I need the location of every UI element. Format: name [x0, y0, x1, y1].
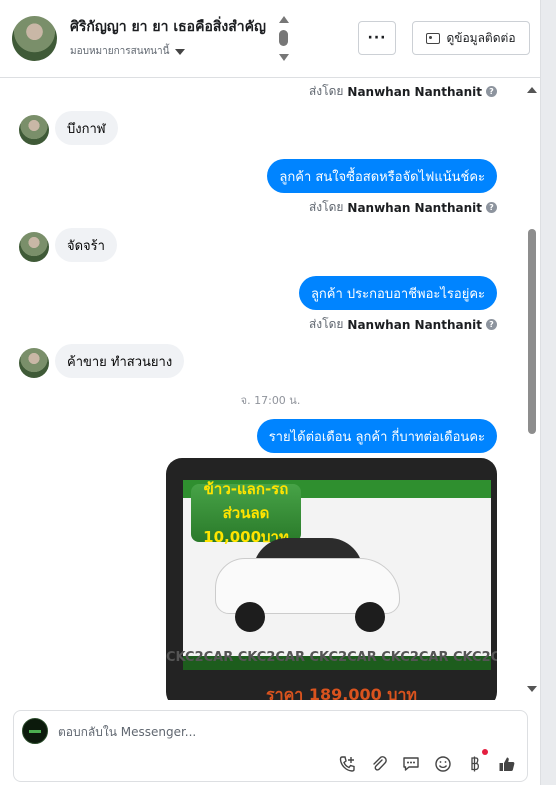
image-price-text: ราคา 189,000 บาท	[266, 685, 417, 700]
reply-composer	[13, 710, 528, 782]
help-icon[interactable]: ?	[486, 86, 497, 97]
help-icon[interactable]: ?	[486, 319, 497, 330]
agent-name: Nanwhan Nanthanit	[347, 84, 482, 99]
contact-avatar-small[interactable]	[19, 232, 49, 262]
assign-label: มอบหมายการสนทนานี้	[70, 46, 170, 57]
help-icon[interactable]: ?	[486, 202, 497, 213]
more-options-button[interactable]: ···	[358, 21, 396, 55]
sent-by-line: ส่งโดย Nanwhan Nanthanit ?	[309, 82, 497, 101]
paperclip-icon[interactable]	[368, 753, 390, 775]
contact-avatar-small[interactable]	[19, 348, 49, 378]
contact-avatar-small[interactable]	[19, 115, 49, 145]
scroll-down-arrow-icon[interactable]	[527, 686, 537, 692]
notification-dot	[482, 749, 488, 755]
incoming-message[interactable]: จัดจร้า	[55, 228, 117, 262]
image-ticker-text: CKC2CAR CKC2CAR CKC2CAR CKC2CAR CKC2CAR	[166, 650, 497, 665]
saved-reply-icon[interactable]	[400, 753, 422, 775]
agent-name: Nanwhan Nanthanit	[347, 200, 482, 215]
sent-by-line: ส่งโดย Nanwhan Nanthanit ?	[309, 198, 497, 217]
sent-by-line: ส่งโดย Nanwhan Nanthanit ?	[309, 315, 497, 334]
sent-by-prefix: ส่งโดย	[308, 84, 344, 98]
view-contact-info-button[interactable]: ดูข้อมูลติดต่อ	[412, 21, 530, 55]
emoji-icon[interactable]	[432, 753, 454, 775]
arrow-down-icon[interactable]	[279, 54, 289, 61]
incoming-message[interactable]: บึงกาฬ	[55, 111, 118, 145]
phone-plus-icon[interactable]	[336, 753, 358, 775]
sent-by-prefix: ส่งโดย	[308, 200, 344, 214]
car-wheel	[235, 602, 265, 632]
contact-avatar[interactable]	[12, 16, 57, 61]
header-scroll-control[interactable]	[278, 16, 290, 62]
outgoing-message[interactable]: รายได้ต่อเดือน ลูกค้า กี่บาทต่อเดือนคะ	[256, 419, 497, 453]
assign-conversation-dropdown[interactable]: มอบหมายการสนทนานี้	[70, 44, 186, 59]
view-contact-info-label: ดูข้อมูลติดต่อ	[446, 30, 516, 45]
scroll-up-arrow-icon[interactable]	[527, 87, 537, 93]
conversation-panel: ศิริกัญญา ยา ยา เธอคือสิ่งสำคัญ มอบหมายก…	[0, 0, 541, 785]
reply-input[interactable]	[58, 721, 358, 743]
agent-name: Nanwhan Nanthanit	[347, 317, 482, 332]
outgoing-message[interactable]: ลูกค้า ประกอบอาชีพอะไรอยู่คะ	[298, 276, 497, 310]
promo-badge: ข้าว-แลก-รถ ส่วนลด 10,000บาท	[191, 480, 301, 546]
arrow-up-icon[interactable]	[279, 16, 289, 23]
caret-down-icon	[175, 48, 186, 55]
baht-payment-icon[interactable]	[464, 753, 486, 775]
contact-name[interactable]: ศิริกัญญา ยา ยา เธอคือสิ่งสำคัญ	[70, 16, 266, 38]
contact-card-icon	[426, 32, 441, 44]
thumbs-up-icon[interactable]	[496, 753, 518, 775]
scroll-thumb[interactable]	[279, 30, 288, 46]
message-scrollbar[interactable]	[524, 79, 540, 700]
outgoing-image-message[interactable]: ข้าว-แลก-รถ ส่วนลด 10,000บาท CKC2CAR CKC…	[166, 458, 497, 700]
scrollbar-thumb[interactable]	[528, 229, 536, 434]
message-timestamp: จ. 17:00 น.	[240, 394, 301, 407]
page-avatar	[22, 718, 48, 744]
car-promo-image: ข้าว-แลก-รถ ส่วนลด 10,000บาท	[183, 480, 491, 670]
outgoing-message[interactable]: ลูกค้า สนใจซื้อสดหรือจัดไฟแน้นช์คะ	[267, 159, 497, 193]
conversation-header: ศิริกัญญา ยา ยา เธอคือสิ่งสำคัญ มอบหมายก…	[0, 0, 541, 78]
car-wheel	[355, 602, 385, 632]
message-thread[interactable]: ส่งโดย Nanwhan Nanthanit ? บึงกาฬ ลูกค้า…	[0, 79, 541, 700]
incoming-message[interactable]: ค้าขาย ทำสวนยาง	[55, 344, 185, 378]
sent-by-prefix: ส่งโดย	[308, 317, 344, 331]
